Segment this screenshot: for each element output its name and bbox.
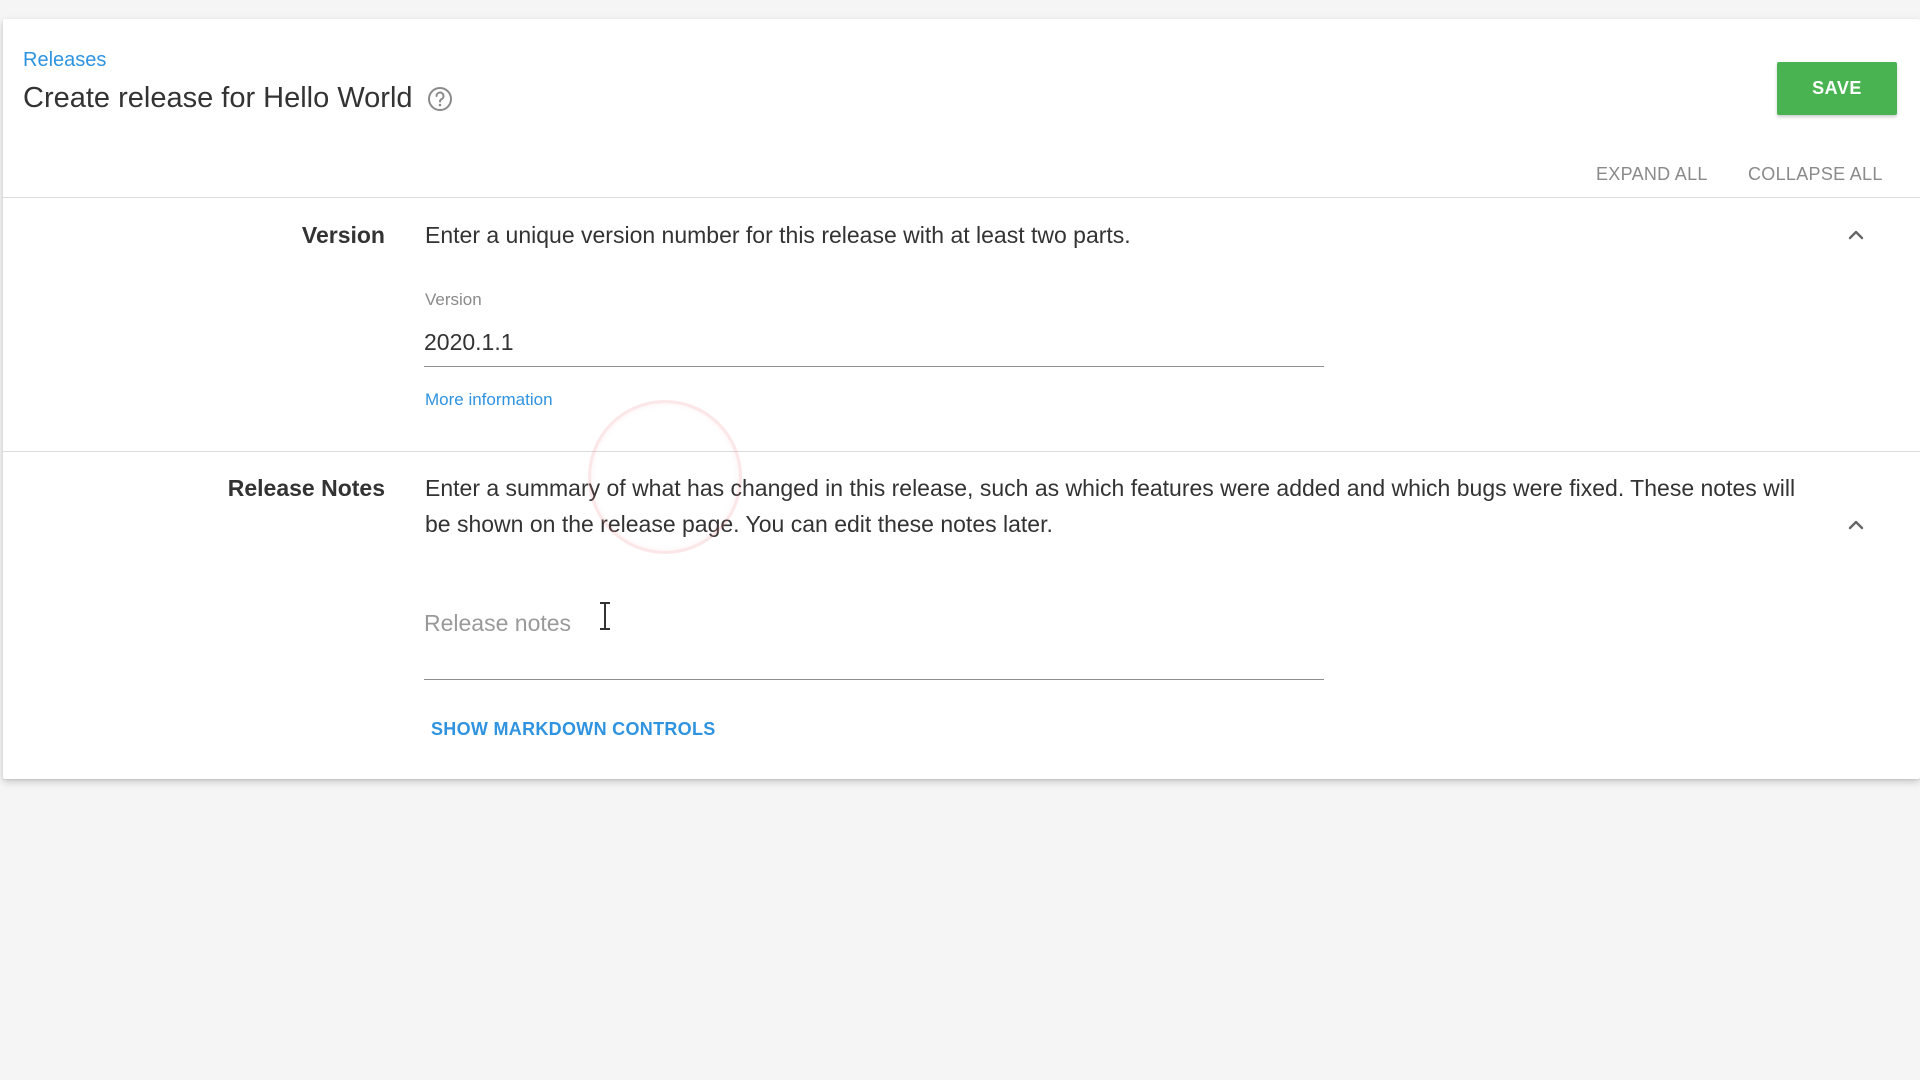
save-button[interactable]: SAVE: [1777, 62, 1897, 115]
release-notes-input[interactable]: [424, 603, 1324, 680]
expand-all-button[interactable]: EXPAND ALL: [1596, 164, 1708, 185]
chevron-up-icon[interactable]: [1843, 512, 1869, 538]
help-circle-icon[interactable]: [427, 86, 453, 112]
breadcrumb-releases[interactable]: Releases: [23, 49, 106, 72]
chevron-up-icon[interactable]: [1843, 222, 1869, 248]
release-notes-section-description: Enter a summary of what has changed in t…: [425, 475, 1796, 537]
section-divider: [3, 197, 1920, 198]
more-information-link[interactable]: More information: [425, 390, 553, 410]
version-input[interactable]: [424, 324, 1324, 367]
show-markdown-controls-button[interactable]: SHOW MARKDOWN CONTROLS: [431, 719, 716, 740]
page-title-row: Create release for Hello World: [23, 82, 453, 115]
release-notes-section-label: Release Notes: [227, 475, 385, 501]
version-field-label: Version: [425, 290, 482, 309]
page-title: Create release for Hello World: [23, 82, 413, 114]
collapse-all-button[interactable]: COLLAPSE ALL: [1748, 164, 1883, 185]
version-section-description: Enter a unique version number for this r…: [425, 222, 1131, 248]
version-section-label: Version: [301, 222, 385, 248]
section-divider: [3, 451, 1920, 452]
